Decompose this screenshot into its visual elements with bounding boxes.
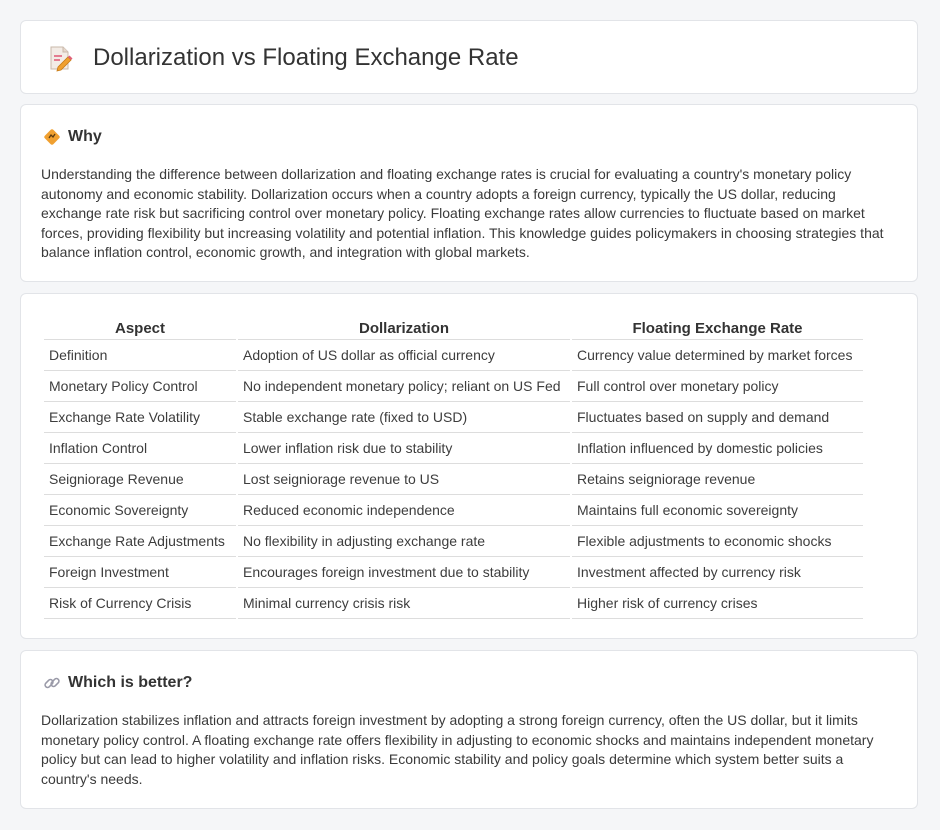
floating-cell: Retains seigniorage revenue — [572, 464, 863, 495]
comparison-section: Aspect Dollarization Floating Exchange R… — [20, 293, 918, 639]
table-header-row: Aspect Dollarization Floating Exchange R… — [44, 316, 863, 340]
floating-cell: Full control over monetary policy — [572, 371, 863, 402]
better-text: Dollarization stabilizes inflation and a… — [41, 712, 874, 787]
aspect-cell: Economic Sovereignty — [44, 495, 236, 526]
table-row: Economic Sovereignty Reduced economic in… — [44, 495, 863, 526]
table-row: Monetary Policy Control No independent m… — [44, 371, 863, 402]
aspect-cell: Definition — [44, 340, 236, 371]
dollarization-cell: Encourages foreign investment due to sta… — [238, 557, 570, 588]
aspect-cell: Monetary Policy Control — [44, 371, 236, 402]
table-row: Inflation Control Lower inflation risk d… — [44, 433, 863, 464]
document-pencil-icon — [47, 44, 73, 72]
dollarization-cell: Stable exchange rate (fixed to USD) — [238, 402, 570, 433]
dollarization-cell: Lost seigniorage revenue to US — [238, 464, 570, 495]
table-row: Exchange Rate Adjustments No flexibility… — [44, 526, 863, 557]
comparison-table: Aspect Dollarization Floating Exchange R… — [42, 316, 865, 619]
link-icon — [43, 674, 61, 692]
dollarization-cell: Minimal currency crisis risk — [238, 588, 570, 619]
dollarization-cell: Reduced economic independence — [238, 495, 570, 526]
aspect-cell: Seigniorage Revenue — [44, 464, 236, 495]
floating-cell: Maintains full economic sovereignty — [572, 495, 863, 526]
floating-cell: Higher risk of currency crises — [572, 588, 863, 619]
page-title: Dollarization vs Floating Exchange Rate — [93, 44, 519, 71]
aspect-cell: Exchange Rate Volatility — [44, 402, 236, 433]
floating-cell: Currency value determined by market forc… — [572, 340, 863, 371]
column-header-aspect: Aspect — [44, 316, 236, 340]
better-heading-row: Which is better? — [43, 673, 192, 693]
table-row: Exchange Rate Volatility Stable exchange… — [44, 402, 863, 433]
dollarization-cell: Adoption of US dollar as official curren… — [238, 340, 570, 371]
dollarization-cell: No independent monetary policy; reliant … — [238, 371, 570, 402]
aspect-cell: Foreign Investment — [44, 557, 236, 588]
floating-cell: Inflation influenced by domestic policie… — [572, 433, 863, 464]
title-row: Dollarization vs Floating Exchange Rate — [47, 43, 519, 73]
dollarization-cell: Lower inflation risk due to stability — [238, 433, 570, 464]
aspect-cell: Inflation Control — [44, 433, 236, 464]
column-header-dollarization: Dollarization — [238, 316, 570, 340]
floating-cell: Flexible adjustments to economic shocks — [572, 526, 863, 557]
table-row: Foreign Investment Encourages foreign in… — [44, 557, 863, 588]
why-section: Why Understanding the difference between… — [20, 104, 918, 282]
which-better-section: Which is better? Dollarization stabilize… — [20, 650, 918, 809]
why-heading: Why — [68, 128, 102, 145]
table-row: Definition Adoption of US dollar as offi… — [44, 340, 863, 371]
table-row: Seigniorage Revenue Lost seigniorage rev… — [44, 464, 863, 495]
dollarization-cell: No flexibility in adjusting exchange rat… — [238, 526, 570, 557]
floating-cell: Fluctuates based on supply and demand — [572, 402, 863, 433]
why-text: Understanding the difference between dol… — [41, 166, 884, 261]
title-card: Dollarization vs Floating Exchange Rate — [20, 20, 918, 94]
diamond-sign-icon — [43, 128, 61, 146]
why-heading-row: Why — [43, 127, 102, 147]
better-heading: Which is better? — [68, 674, 193, 691]
aspect-cell: Risk of Currency Crisis — [44, 588, 236, 619]
aspect-cell: Exchange Rate Adjustments — [44, 526, 236, 557]
column-header-floating: Floating Exchange Rate — [572, 316, 863, 340]
floating-cell: Investment affected by currency risk — [572, 557, 863, 588]
table-row: Risk of Currency Crisis Minimal currency… — [44, 588, 863, 619]
